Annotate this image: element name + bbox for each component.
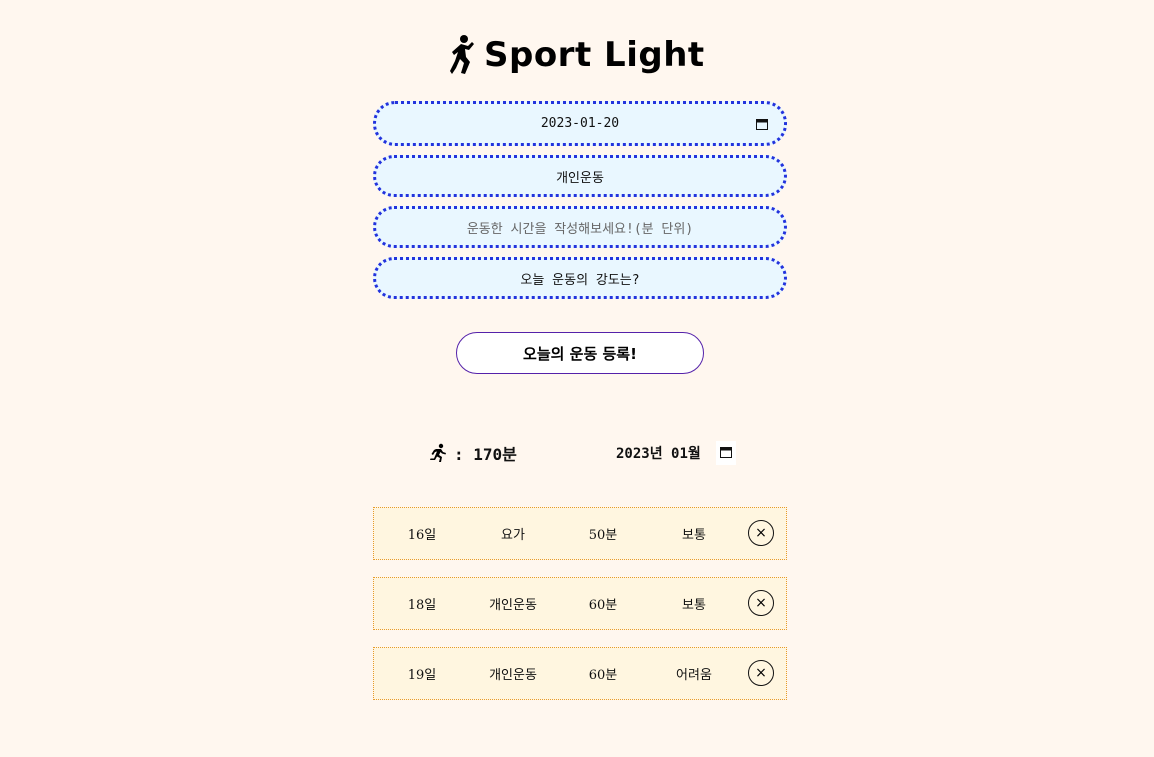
record-intensity: 보통 (682, 528, 706, 543)
delete-record-button[interactable]: × (748, 660, 774, 686)
month-picker[interactable]: 2023년 01월 (612, 441, 736, 465)
record-type: 개인운동 (489, 598, 537, 613)
duration-input[interactable]: 운동한 시간을 작성해보세요!(분 단위) (373, 206, 787, 248)
total-duration-summary: : 170분 (428, 441, 517, 465)
calendar-icon[interactable] (756, 118, 768, 130)
date-input[interactable]: 2023-01-20 (373, 101, 787, 146)
category-select-value: 개인운동 (556, 170, 604, 186)
record-intensity: 어려움 (676, 668, 712, 683)
record-intensity: 보통 (682, 598, 706, 613)
total-duration-text: : 170분 (454, 445, 517, 464)
delete-record-button[interactable]: × (748, 590, 774, 616)
intensity-select[interactable]: 오늘 운동의 강도는? (373, 257, 787, 299)
running-person-icon (430, 443, 446, 462)
date-input-value: 2023-01-20 (540, 116, 620, 131)
record-day: 19일 (407, 668, 437, 683)
duration-input-placeholder: 운동한 시간을 작성해보세요!(분 단위) (466, 221, 694, 237)
register-workout-button[interactable]: 오늘의 운동 등록! (456, 332, 704, 374)
record-type: 요가 (501, 528, 525, 543)
record-item: 18일 개인운동 60분 보통 × (373, 577, 787, 630)
app-logo: Sport Light (450, 34, 705, 76)
person-sport-icon (450, 35, 474, 74)
record-day: 16일 (407, 528, 437, 543)
delete-record-button[interactable]: × (748, 520, 774, 546)
app-root: Sport Light 2023-01-20 개인운동 운동한 시간을 작성해보… (0, 0, 1154, 757)
record-duration: 50분 (588, 528, 618, 543)
record-type: 개인운동 (489, 668, 537, 683)
intensity-select-value: 오늘 운동의 강도는? (520, 272, 640, 288)
category-select[interactable]: 개인운동 (373, 155, 787, 197)
record-day: 18일 (407, 598, 437, 613)
record-item: 16일 요가 50분 보통 × (373, 507, 787, 560)
record-duration: 60분 (588, 598, 618, 613)
record-duration: 60분 (588, 668, 618, 683)
logo-text: Sport Light (484, 35, 705, 75)
month-picker-value: 2023년 01월 (616, 446, 701, 462)
record-item: 19일 개인운동 60분 어려움 × (373, 647, 787, 700)
calendar-icon[interactable] (720, 446, 732, 458)
